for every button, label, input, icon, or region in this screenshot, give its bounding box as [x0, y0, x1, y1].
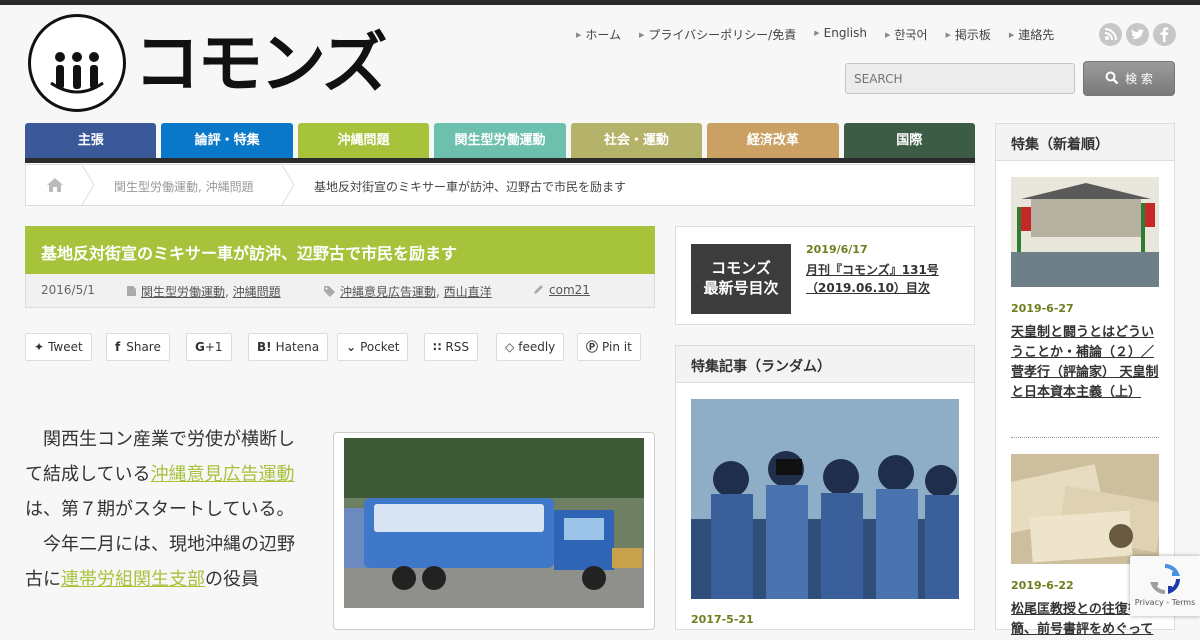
sidebar-item-date: 2019-6-27	[1011, 302, 1074, 315]
feedly-icon: ◇	[505, 340, 515, 354]
rss-icon[interactable]	[1099, 23, 1122, 46]
random-features-widget: 特集記事（ランダム） 2017-5-21	[675, 345, 975, 630]
nav-labor[interactable]: 関生型労働運動	[434, 123, 566, 159]
breadcrumb-category[interactable]: 関生型労働運動, 沖縄問題	[114, 178, 254, 195]
paragraph: 今年二月には、現地沖縄の辺野古に連帯労組関生支部の役員	[25, 534, 295, 590]
twitter-icon: ✦	[34, 340, 45, 354]
recaptcha-badge[interactable]: Privacy - Terms	[1130, 556, 1200, 616]
latest-issue-date: 2019/6/17	[806, 243, 868, 256]
header-link-korean[interactable]: 한국어	[885, 26, 927, 43]
latest-issue-widget: コモンズ 最新号目次 2019/6/17 月刊『コモンズ』131号（2019.0…	[675, 226, 975, 325]
breadcrumb-separator	[281, 165, 295, 205]
header-link-english[interactable]: English	[814, 26, 867, 43]
pencil-icon	[534, 285, 543, 294]
article-meta: 2016/5/1 関生型労働運動, 沖縄問題 沖縄意見広告運動, 西山直洋 co…	[25, 274, 655, 308]
header-link-privacy[interactable]: プライバシーポリシー/免責	[639, 26, 796, 43]
category-link[interactable]: 関生型労働運動	[141, 285, 225, 299]
share-tweet-button[interactable]: ✦ Tweet	[25, 333, 92, 361]
top-bar	[0, 0, 1200, 5]
widget-heading: 特集記事（ランダム）	[676, 346, 974, 383]
sidebar-item-link[interactable]: 天皇制と闘うとはどういうことか・補論（２）／菅孝行（評論家） 天皇制と日本資本主…	[1011, 323, 1161, 403]
author-link[interactable]: com21	[549, 283, 590, 297]
rss-icon: ∷	[433, 340, 442, 354]
nav-okinawa[interactable]: 沖縄問題	[297, 123, 430, 159]
search-icon	[1105, 71, 1119, 85]
article-body: 関西生コン産業で労使が横断して結成している沖縄意見広告運動は、第７期がスタートし…	[25, 422, 295, 597]
nav-underline	[25, 158, 975, 163]
category-link[interactable]: 沖縄問題	[233, 285, 281, 299]
author: com21	[533, 283, 590, 297]
tag-icon	[324, 286, 335, 297]
divider	[1011, 437, 1159, 438]
site-logo[interactable]: コモンズ	[28, 14, 428, 114]
facebook-icon[interactable]	[1153, 23, 1176, 46]
pocket-icon: ⌄	[346, 340, 357, 354]
folder-icon	[127, 286, 136, 296]
breadcrumb-current: 基地反対街宣のミキサー車が訪沖、辺野古で市民を励ます	[314, 180, 627, 194]
paragraph: 関西生コン産業で労使が横断して結成している沖縄意見広告運動は、第７期がスタートし…	[25, 429, 295, 520]
sidebar-item-date: 2019-6-22	[1011, 579, 1074, 592]
share-googleplus-button[interactable]: G+1	[186, 333, 232, 361]
pinterest-button[interactable]: Ⓟ Pin it	[577, 333, 641, 361]
sidebar-heading: 特集（新着順）	[996, 124, 1174, 161]
latest-issue-link[interactable]: 月刊『コモンズ』131号（2019.06.10）目次	[806, 261, 966, 297]
mixer-truck-photo	[344, 438, 644, 608]
sidebar-features: 特集（新着順） 2019-6-27 天皇制と闘うとはどういうことか・補論（２）／…	[995, 123, 1175, 637]
feedly-button[interactable]: ◇ feedly	[496, 333, 565, 361]
body-link[interactable]: 沖縄意見広告運動	[150, 464, 294, 485]
logo-wordmark: コモンズ	[134, 25, 388, 102]
breadcrumb: 関生型労働運動, 沖縄問題 基地反対街宣のミキサー車が訪沖、辺野古で市民を励ます	[25, 164, 975, 206]
header-nav: ホーム プライバシーポリシー/免責 English 한국어 掲示板 連絡先	[576, 26, 1072, 43]
article-image[interactable]	[333, 432, 655, 630]
share-facebook-button[interactable]: f Share	[106, 333, 170, 361]
latest-issue-thumbnail[interactable]: コモンズ 最新号目次	[691, 244, 791, 314]
header-link-home[interactable]: ホーム	[576, 26, 621, 43]
tag-list: 沖縄意見広告運動, 西山直洋	[323, 283, 492, 300]
nav-features[interactable]: 論評・特集	[161, 123, 293, 159]
logo-emblem	[28, 14, 126, 112]
search-input[interactable]	[845, 63, 1075, 94]
tag-link[interactable]: 沖縄意見広告運動	[340, 285, 436, 299]
header-link-forum[interactable]: 掲示板	[945, 26, 991, 43]
nav-economy[interactable]: 経済改革	[707, 123, 839, 159]
rss-button[interactable]: ∷ RSS	[424, 333, 478, 361]
google-plus-icon: G	[195, 340, 205, 354]
share-pocket-button[interactable]: ⌄ Pocket	[337, 333, 409, 361]
twitter-icon[interactable]	[1126, 23, 1149, 46]
main-nav: 主張 論評・特集 沖縄問題 関生型労働運動 社会・運動 経済改革 国際	[25, 123, 975, 159]
search-button-label: 検 索	[1125, 72, 1153, 86]
recaptcha-icon	[1149, 564, 1181, 595]
nav-opinion[interactable]: 主張	[25, 123, 157, 159]
hatena-icon: B!	[257, 340, 272, 354]
facebook-icon: f	[115, 340, 121, 354]
category-list: 関生型労働運動, 沖縄問題	[126, 283, 281, 300]
sidebar-item-image[interactable]	[996, 454, 1165, 564]
search-button[interactable]: 検 索	[1083, 61, 1175, 96]
pinterest-icon: Ⓟ	[586, 340, 599, 354]
home-icon[interactable]	[46, 177, 64, 197]
sidebar-item-image[interactable]	[1011, 177, 1159, 287]
nav-society[interactable]: 社会・運動	[570, 123, 703, 159]
random-feature-date: 2017-5-21	[691, 613, 754, 626]
header-link-contact[interactable]: 連絡先	[1009, 26, 1054, 43]
random-feature-image[interactable]	[691, 399, 959, 599]
breadcrumb-separator	[81, 165, 95, 205]
body-link[interactable]: 連帯労組関生支部	[61, 569, 205, 590]
share-hatena-button[interactable]: B! Hatena	[248, 333, 329, 361]
social-icons	[1099, 23, 1176, 46]
tag-link[interactable]: 西山直洋	[444, 285, 492, 299]
article-date: 2016/5/1	[41, 283, 95, 297]
nav-international[interactable]: 国際	[843, 123, 975, 159]
article-title: 基地反対街宣のミキサー車が訪沖、辺野古で市民を励ます	[25, 226, 655, 274]
recaptcha-label: Privacy - Terms	[1134, 598, 1196, 607]
